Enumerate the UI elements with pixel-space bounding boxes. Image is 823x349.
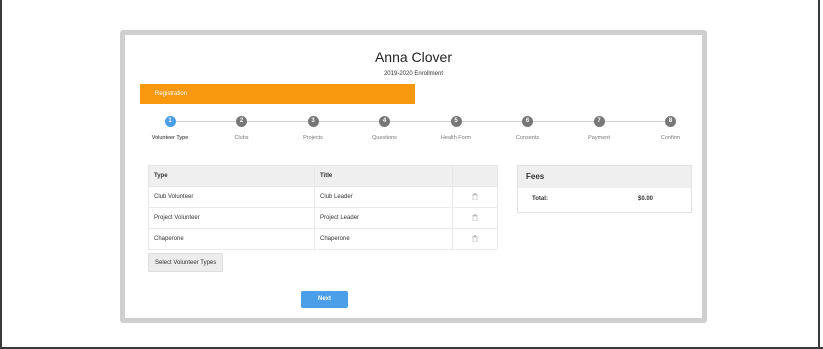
cell-type: Chaperone bbox=[148, 228, 315, 250]
step-1-label[interactable]: Volunteer Type bbox=[140, 135, 200, 141]
trash-icon[interactable] bbox=[472, 213, 478, 221]
step-7-indicator[interactable]: 7 bbox=[593, 116, 605, 127]
step-8-label[interactable]: Confirm bbox=[641, 135, 701, 141]
page-border-left bbox=[0, 0, 2, 349]
delete-row-button[interactable] bbox=[452, 207, 498, 229]
enrollment-year: 2019-2020 Enrollment bbox=[383, 71, 444, 77]
step-8-indicator[interactable]: 8 bbox=[665, 116, 676, 127]
fees-total-value: $0.00 bbox=[638, 196, 654, 202]
column-header-actions bbox=[452, 165, 498, 187]
cell-title: Project Leader bbox=[314, 207, 453, 229]
select-volunteer-types-button[interactable]: Select Volunteer Types bbox=[148, 253, 224, 272]
table-row: Chaperone Chaperone bbox=[148, 228, 498, 250]
cell-type: Project Volunteer bbox=[148, 207, 315, 229]
fees-title: Fees bbox=[518, 166, 691, 188]
cell-type: Club Volunteer bbox=[148, 186, 315, 208]
step-5-label[interactable]: Health Form bbox=[426, 135, 486, 141]
cell-title: Chaperone bbox=[314, 228, 453, 250]
step-1-indicator[interactable]: 1 bbox=[164, 116, 176, 127]
step-2-label[interactable]: Clubs bbox=[212, 135, 272, 141]
trash-icon[interactable] bbox=[472, 234, 478, 242]
enrollment-card: Anna Clover 2019-2020 Enrollment Registr… bbox=[120, 30, 707, 323]
table-row: Project Volunteer Project Leader bbox=[148, 207, 498, 229]
column-header-title: Title bbox=[314, 165, 453, 187]
step-3-indicator[interactable]: 3 bbox=[307, 116, 319, 127]
cell-title: Club Leader bbox=[314, 186, 453, 208]
step-6-indicator[interactable]: 6 bbox=[522, 116, 533, 127]
fees-total-label: Total: bbox=[532, 196, 548, 202]
table-row: Club Volunteer Club Leader bbox=[148, 186, 498, 208]
progress-stepper: 1 Volunteer Type 2 Clubs 3 Projects 4 Questions… bbox=[125, 115, 702, 145]
volunteer-types-table: Type Title Club Volunteer Club Leader Pr… bbox=[148, 165, 498, 250]
next-button[interactable]: Next bbox=[301, 291, 348, 308]
step-7-label[interactable]: Payment bbox=[569, 135, 629, 141]
column-header-type: Type bbox=[148, 165, 315, 187]
step-4-indicator[interactable]: 4 bbox=[379, 116, 390, 127]
step-3-label[interactable]: Projects bbox=[283, 135, 343, 141]
delete-row-button[interactable] bbox=[452, 186, 498, 208]
fees-total-row: Total: $0.00 bbox=[518, 188, 691, 212]
registration-banner: Registration bbox=[140, 84, 415, 104]
step-5-indicator[interactable]: 5 bbox=[450, 116, 462, 127]
student-name: Anna Clover bbox=[374, 49, 453, 65]
step-4-label[interactable]: Questions bbox=[355, 135, 415, 141]
step-6-label[interactable]: Consents bbox=[498, 135, 558, 141]
page-border-right bbox=[818, 0, 820, 349]
table-header-row: Type Title bbox=[148, 165, 498, 187]
step-2-indicator[interactable]: 2 bbox=[236, 116, 247, 127]
trash-icon[interactable] bbox=[472, 192, 478, 200]
enrollment-card-body: Anna Clover 2019-2020 Enrollment Registr… bbox=[125, 35, 702, 318]
fees-panel: Fees Total: $0.00 bbox=[517, 165, 692, 213]
delete-row-button[interactable] bbox=[452, 228, 498, 250]
